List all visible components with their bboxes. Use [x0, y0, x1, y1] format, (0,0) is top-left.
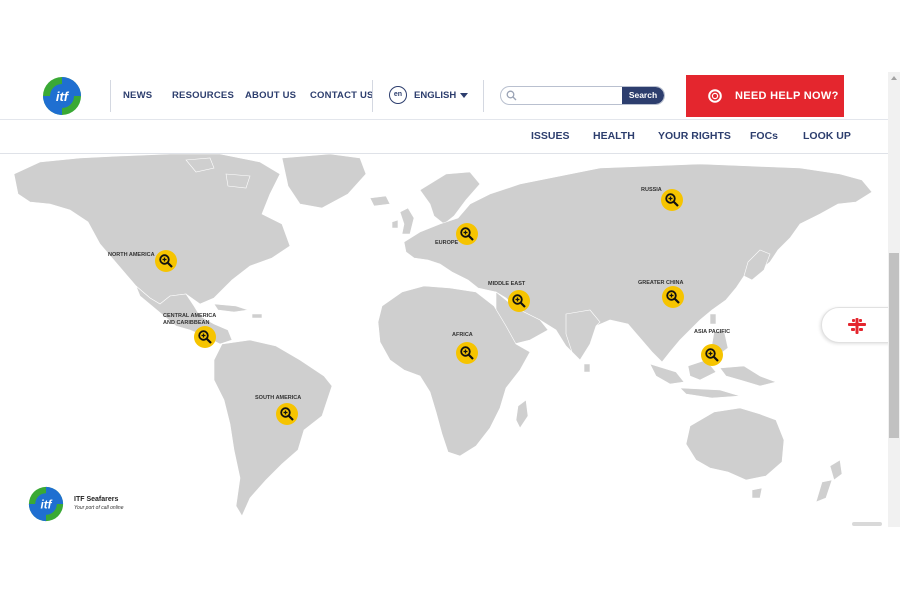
- region-label-greater-china: GREATER CHINA: [638, 280, 684, 286]
- search-icon: [506, 90, 517, 101]
- brand-name: ITF Seafarers: [74, 496, 119, 503]
- region-label-middle-east: MIDDLE EAST: [488, 281, 526, 287]
- subnav-health[interactable]: HEALTH: [593, 130, 635, 142]
- world-map-land: [13, 154, 873, 517]
- network-icon: [848, 318, 866, 334]
- search-form: Search: [500, 86, 665, 105]
- search-input[interactable]: [519, 87, 623, 104]
- logo-text: itf: [40, 499, 52, 512]
- region-label-asia-pacific: ASIA PACIFIC: [694, 329, 731, 335]
- subnav-look-up[interactable]: LOOK UP: [803, 130, 851, 142]
- site-header: itf NEWS RESOURCES ABOUT US CONTACT US e…: [0, 72, 888, 120]
- language-globe-icon[interactable]: en: [389, 86, 407, 104]
- side-help-tab[interactable]: [821, 307, 891, 343]
- search-button[interactable]: Search: [622, 87, 664, 104]
- sub-navigation: ISSUES HEALTH YOUR RIGHTS FOCs LOOK UP: [0, 120, 888, 154]
- need-help-label: NEED HELP NOW?: [735, 90, 839, 102]
- region-label-central-america: CENTRAL AMERICA AND CARIBBEAN: [163, 313, 216, 326]
- itf-logo[interactable]: itf: [42, 76, 82, 116]
- chevron-down-icon[interactable]: [460, 93, 468, 98]
- zoom-in-icon: [705, 348, 719, 362]
- itf-logo: itf: [28, 486, 64, 522]
- scroll-up-arrow-icon[interactable]: [891, 76, 897, 80]
- region-label-south-america: SOUTH AMERICA: [255, 395, 302, 401]
- region-marker-middle-east[interactable]: [508, 290, 530, 312]
- zoom-in-icon: [198, 330, 212, 344]
- need-help-button[interactable]: NEED HELP NOW?: [686, 75, 844, 117]
- logo-text: itf: [56, 89, 70, 104]
- region-marker-russia[interactable]: [661, 189, 683, 211]
- zoom-in-icon: [512, 294, 526, 308]
- nav-resources[interactable]: RESOURCES: [172, 90, 234, 101]
- world-map: RUSSIA EUROPE NORTH AMERICA MIDDLE EAST …: [0, 154, 888, 527]
- zoom-in-icon: [280, 407, 294, 421]
- subnav-focs[interactable]: FOCs: [750, 130, 778, 142]
- itf-seafarers-brand[interactable]: itf ITF Seafarers Your port of call onli…: [28, 486, 158, 524]
- region-marker-europe[interactable]: [456, 223, 478, 245]
- zoom-in-icon: [666, 290, 680, 304]
- region-marker-north-america[interactable]: [155, 250, 177, 272]
- nav-divider: [483, 80, 484, 112]
- language-selector[interactable]: ENGLISH: [414, 90, 456, 101]
- nav-about-us[interactable]: ABOUT US: [245, 90, 296, 101]
- nav-divider: [372, 80, 373, 112]
- corner-handle: [852, 522, 882, 526]
- region-label-russia: RUSSIA: [641, 187, 662, 193]
- zoom-in-icon: [159, 254, 173, 268]
- region-marker-greater-china[interactable]: [662, 286, 684, 308]
- lifebuoy-icon: [708, 89, 722, 103]
- region-marker-south-america[interactable]: [276, 403, 298, 425]
- zoom-in-icon: [460, 227, 474, 241]
- nav-contact-us[interactable]: CONTACT US: [310, 90, 374, 101]
- brand-tagline: Your port of call online: [74, 505, 124, 511]
- region-marker-africa[interactable]: [456, 342, 478, 364]
- scroll-thumb[interactable]: [889, 253, 899, 438]
- region-marker-central-america[interactable]: [194, 326, 216, 348]
- region-label-africa: AFRICA: [452, 332, 473, 338]
- nav-news[interactable]: NEWS: [123, 90, 152, 101]
- zoom-in-icon: [460, 346, 474, 360]
- zoom-in-icon: [665, 193, 679, 207]
- subnav-issues[interactable]: ISSUES: [531, 130, 570, 142]
- region-label-north-america: NORTH AMERICA: [108, 252, 155, 258]
- nav-divider: [110, 80, 111, 112]
- region-label-europe: EUROPE: [435, 240, 459, 246]
- region-marker-asia-pacific[interactable]: [701, 344, 723, 366]
- subnav-your-rights[interactable]: YOUR RIGHTS: [658, 130, 731, 142]
